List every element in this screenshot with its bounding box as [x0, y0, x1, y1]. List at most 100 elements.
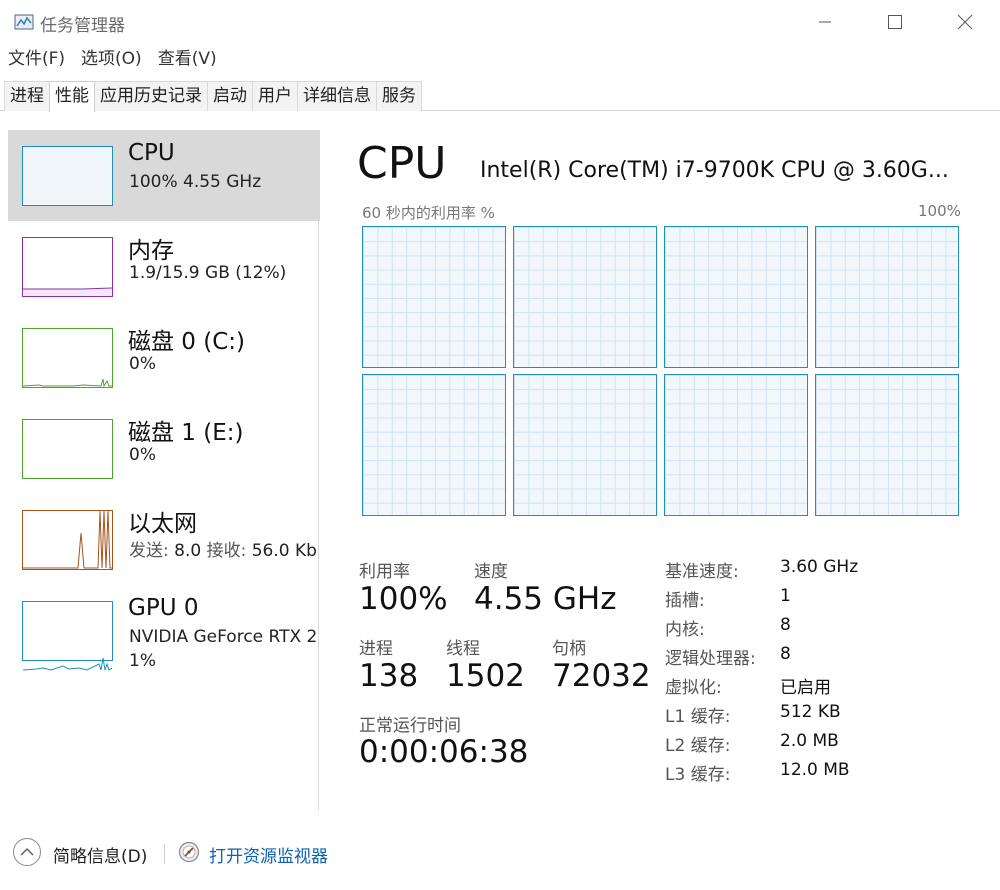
- menu-options[interactable]: 选项(O): [73, 46, 150, 72]
- spec-cores-value: 8: [780, 615, 791, 635]
- sidebar-divider[interactable]: [318, 145, 319, 810]
- menu-file[interactable]: 文件(F): [0, 46, 73, 72]
- sidebar-item-disk-1[interactable]: 磁盘 1 (E:) 0%: [8, 403, 320, 494]
- collapse-button[interactable]: [13, 838, 41, 866]
- tab-details[interactable]: 详细信息: [297, 81, 377, 111]
- graph-caption: 60 秒内的利用率 %: [362, 204, 495, 222]
- tab-processes[interactable]: 进程: [4, 81, 50, 111]
- tab-startup[interactable]: 启动: [207, 81, 253, 111]
- utilization-label: 利用率: [359, 562, 410, 582]
- cpu-core-graphs: [362, 226, 960, 516]
- sidebar-item-subtitle: 1.9/15.9 GB (12%): [129, 263, 287, 283]
- tab-performance[interactable]: 性能: [49, 81, 95, 112]
- threads-label: 线程: [446, 639, 480, 659]
- tab-services[interactable]: 服务: [376, 81, 422, 111]
- speed-label: 速度: [474, 562, 508, 582]
- send-label: 发送:: [129, 541, 169, 561]
- sidebar-item-usage: 1%: [129, 651, 156, 671]
- core-graph: [362, 226, 506, 368]
- core-graph: [664, 226, 808, 368]
- sidebar-item-title: 磁盘 1 (E:): [128, 420, 244, 446]
- sidebar-item-cpu[interactable]: CPU 100% 4.55 GHz: [8, 130, 320, 221]
- maximize-icon: [888, 15, 902, 29]
- spec-logical-processors-value: 8: [780, 644, 791, 664]
- footer-separator: [164, 844, 165, 864]
- spec-l3-cache-label: L3 缓存:: [665, 765, 731, 785]
- core-graph: [362, 374, 506, 516]
- ethernet-thumbnail-graph: [22, 510, 113, 570]
- sidebar-item-title: 磁盘 0 (C:): [128, 329, 246, 355]
- minimize-icon: [819, 21, 831, 23]
- uptime-value: 0:00:06:38: [359, 734, 529, 770]
- sidebar-item-memory[interactable]: 内存 1.9/15.9 GB (12%): [8, 221, 320, 312]
- speed-value: 4.55 GHz: [474, 581, 617, 617]
- close-button[interactable]: [930, 0, 1000, 44]
- disk-1-thumbnail-graph: [22, 419, 113, 479]
- footer-bar: 简略信息(D) 打开资源监视器: [0, 830, 1000, 880]
- sidebar-item-subtitle: 发送: 8.0 接收: 56.0 Kb: [129, 536, 317, 561]
- title-bar: 任务管理器: [0, 0, 1000, 44]
- page-title: CPU: [357, 138, 447, 189]
- sidebar-item-subtitle: 0%: [129, 354, 156, 374]
- spec-l2-cache-label: L2 缓存:: [665, 736, 731, 756]
- open-resource-monitor-link[interactable]: 打开资源监视器: [209, 842, 328, 867]
- processes-value: 138: [359, 658, 419, 694]
- sidebar-item-ethernet[interactable]: 以太网 发送: 8.0 接收: 56.0 Kb: [8, 494, 320, 585]
- core-graph: [815, 226, 959, 368]
- task-manager-icon: [14, 14, 34, 30]
- sidebar-item-disk-0[interactable]: 磁盘 0 (C:) 0%: [8, 312, 320, 403]
- uptime-label: 正常运行时间: [359, 716, 461, 736]
- sidebar-item-title: 内存: [128, 238, 174, 264]
- menu-view[interactable]: 查看(V): [150, 46, 225, 72]
- spec-base-speed-value: 3.60 GHz: [780, 557, 859, 577]
- memory-thumbnail-graph: [22, 237, 113, 297]
- chevron-up-icon: [20, 848, 34, 856]
- window-title: 任务管理器: [40, 16, 125, 36]
- resource-list: CPU 100% 4.55 GHz 内存 1.9/15.9 GB (12%) 磁…: [8, 130, 320, 810]
- processes-label: 进程: [359, 639, 393, 659]
- sidebar-item-title: 以太网: [128, 511, 197, 537]
- tab-users[interactable]: 用户: [252, 81, 298, 111]
- spec-l3-cache-value: 12.0 MB: [780, 760, 850, 780]
- cpu-model-name: Intel(R) Core(TM) i7-9700K CPU @ 3.60G..…: [480, 158, 949, 183]
- maximize-button[interactable]: [860, 0, 930, 44]
- disk-0-thumbnail-graph: [22, 328, 113, 388]
- spec-l2-cache-value: 2.0 MB: [780, 731, 839, 751]
- handles-value: 72032: [552, 658, 651, 694]
- spec-l1-cache-label: L1 缓存:: [665, 707, 731, 727]
- fewer-details-link[interactable]: 简略信息(D): [53, 842, 147, 867]
- threads-value: 1502: [446, 658, 525, 694]
- sidebar-item-title: CPU: [128, 140, 175, 166]
- spec-sockets-label: 插槽:: [665, 591, 705, 611]
- spec-base-speed-label: 基准速度:: [665, 562, 739, 582]
- sidebar-item-gpu-0[interactable]: GPU 0 NVIDIA GeForce RTX 2 1%: [8, 585, 320, 676]
- spec-logical-processors-label: 逻辑处理器:: [665, 649, 756, 669]
- resource-monitor-icon[interactable]: [178, 841, 200, 863]
- spec-cores-label: 内核:: [665, 620, 705, 640]
- utilization-value: 100%: [359, 581, 448, 617]
- sidebar-item-subtitle: 0%: [129, 445, 156, 465]
- core-graph: [664, 374, 808, 516]
- sidebar-item-subtitle: 100% 4.55 GHz: [129, 172, 262, 192]
- cpu-thumbnail-graph: [22, 146, 113, 206]
- menu-bar: 文件(F) 选项(O) 查看(V): [0, 46, 225, 72]
- graph-max-label: 100%: [918, 202, 961, 220]
- gpu-0-thumbnail-graph: [22, 601, 113, 671]
- sidebar-item-subtitle: NVIDIA GeForce RTX 2: [129, 627, 318, 647]
- tab-app-history[interactable]: 应用历史记录: [94, 81, 208, 111]
- receive-label: 接收:: [206, 541, 247, 561]
- core-graph: [513, 226, 657, 368]
- tab-bar: 进程 性能 应用历史记录 启动 用户 详细信息 服务: [0, 79, 1000, 112]
- close-icon: [957, 14, 973, 30]
- handles-label: 句柄: [552, 639, 586, 659]
- send-value: 8.0: [174, 541, 202, 561]
- spec-l1-cache-value: 512 KB: [780, 702, 841, 722]
- spec-virtualization-label: 虚拟化:: [665, 678, 722, 698]
- core-graph: [513, 374, 657, 516]
- sidebar-item-title: GPU 0: [128, 595, 199, 621]
- spec-virtualization-value: 已启用: [780, 678, 831, 698]
- spec-sockets-value: 1: [780, 586, 791, 606]
- minimize-button[interactable]: [790, 0, 860, 44]
- core-graph: [815, 374, 959, 516]
- receive-value: 56.0 Kb: [251, 541, 317, 561]
